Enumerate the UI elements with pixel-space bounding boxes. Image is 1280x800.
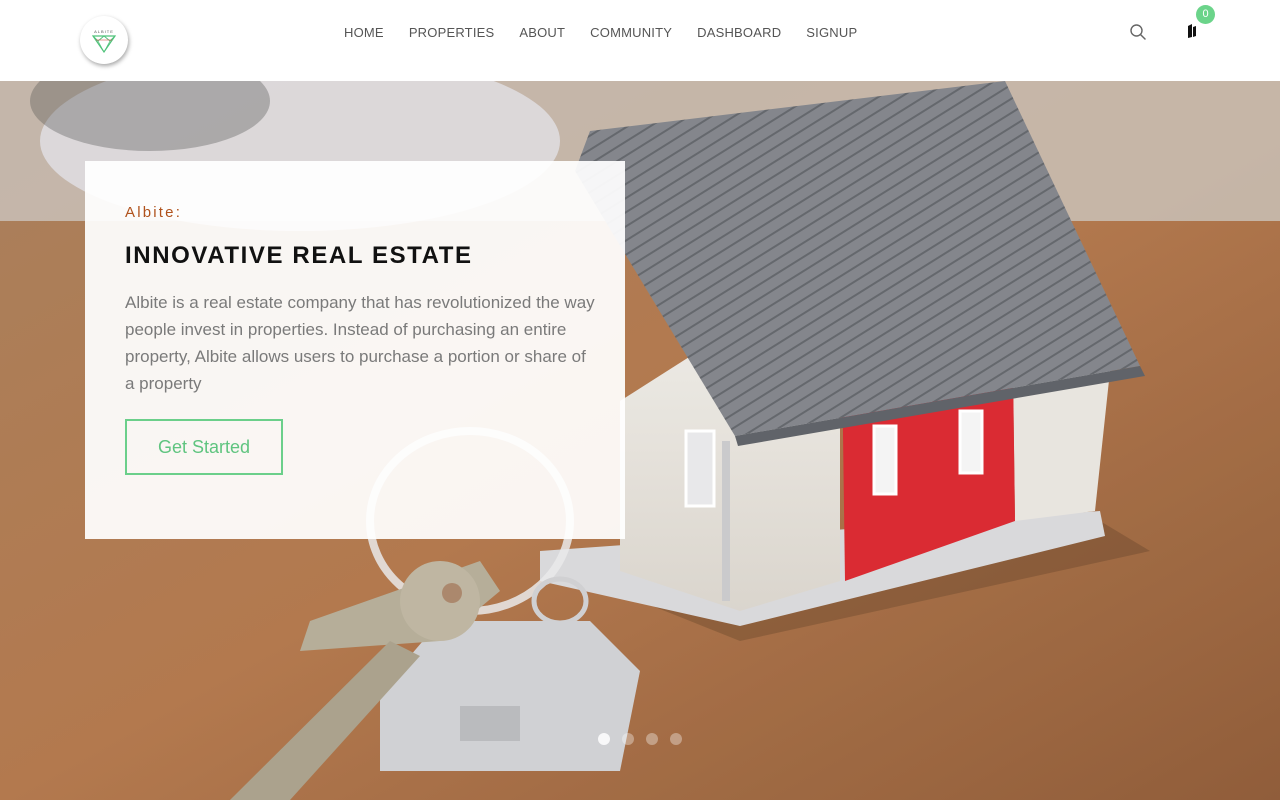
cart-button[interactable] — [1186, 23, 1202, 41]
hero-description: Albite is a real estate company that has… — [125, 293, 595, 393]
main-nav: HOME PROPERTIES ABOUT COMMUNITY DASHBOAR… — [344, 25, 857, 41]
hero-section: Albite: INNOVATIVE REAL ESTATE Albite is… — [0, 81, 1280, 800]
hero-card: Albite: INNOVATIVE REAL ESTATE Albite is… — [85, 161, 625, 539]
nav-dashboard[interactable]: DASHBOARD — [697, 25, 781, 41]
logo-text: ALBITE — [94, 29, 114, 34]
get-started-button[interactable]: Get Started — [125, 419, 283, 475]
nav-signup[interactable]: SIGNUP — [806, 25, 857, 41]
albite-logo[interactable]: ALBITE — [80, 16, 128, 64]
search-button[interactable] — [1129, 23, 1147, 41]
carousel-dot-1[interactable] — [598, 733, 610, 745]
nav-properties[interactable]: PROPERTIES — [409, 25, 495, 41]
search-icon — [1130, 24, 1146, 40]
carousel-dot-4[interactable] — [670, 733, 682, 745]
nav-home[interactable]: HOME — [344, 25, 384, 41]
site-header: ALBITE HOME PROPERTIES ABOUT COMMUNITY D… — [0, 0, 1280, 81]
carousel-pagination — [598, 733, 694, 745]
cart-count-badge: 0 — [1196, 5, 1215, 24]
albite-diamond-logo-icon: ALBITE — [91, 29, 117, 54]
nav-community[interactable]: COMMUNITY — [590, 25, 672, 41]
hero-eyebrow: Albite: — [125, 204, 183, 221]
carousel-dot-3[interactable] — [646, 733, 658, 745]
nav-about[interactable]: ABOUT — [519, 25, 565, 41]
bag-icon — [1188, 24, 1196, 38]
hero-title: INNOVATIVE REAL ESTATE — [125, 242, 473, 269]
carousel-dot-2[interactable] — [622, 733, 634, 745]
